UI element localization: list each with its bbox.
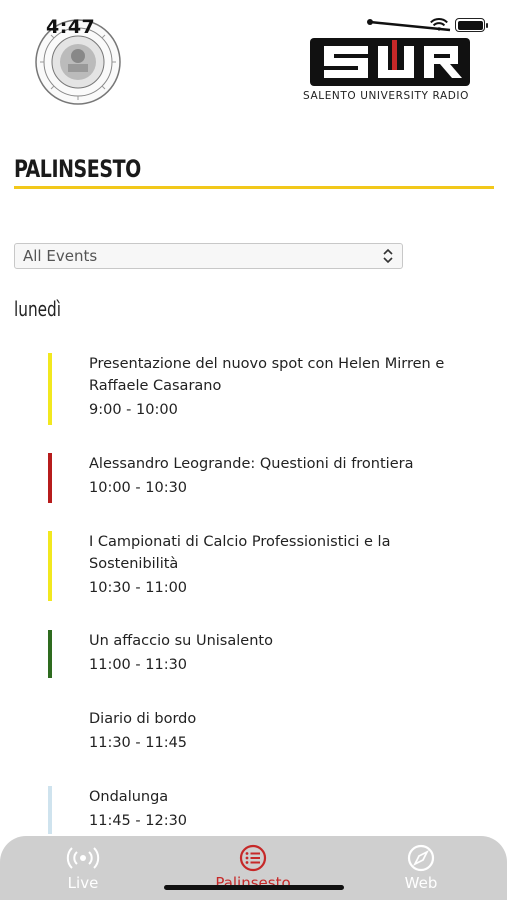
radio-caption: SALENTO UNIVERSITY RADIO: [303, 90, 469, 102]
home-indicator: [164, 885, 344, 890]
battery-icon: [455, 18, 488, 32]
schedule-event[interactable]: Alessandro Leogrande: Questioni di front…: [48, 453, 468, 503]
broadcast-icon: [66, 847, 100, 869]
event-time: 10:30 - 11:00: [89, 580, 188, 596]
event-color-bar: [48, 630, 52, 678]
bottom-tab-bar: Live Palinsesto Web: [0, 836, 507, 900]
event-title: Un affaccio su Unisalento: [89, 633, 273, 649]
status-icons: [429, 18, 488, 32]
event-title: Diario di bordo: [89, 711, 197, 727]
schedule-event[interactable]: Presentazione del nuovo spot con Helen M…: [48, 353, 468, 425]
day-heading: lunedì: [14, 297, 62, 321]
event-filter-select[interactable]: All Events: [14, 243, 403, 269]
event-color-bar: [48, 453, 52, 503]
status-time: 4:47: [46, 16, 96, 38]
tab-web-label: Web: [404, 874, 438, 892]
event-time: 9:00 - 10:00: [89, 402, 178, 418]
event-title: Presentazione del nuovo spot con Helen M…: [89, 356, 445, 394]
schedule-event[interactable]: Ondalunga 11:45 - 12:30: [48, 786, 468, 836]
event-title: Ondalunga: [89, 789, 169, 805]
event-color-bar: [48, 353, 52, 425]
event-title: Alessandro Leogrande: Questioni di front…: [89, 456, 414, 472]
event-filter-value: All Events: [23, 247, 98, 265]
chevron-updown-icon: [383, 248, 393, 264]
list-icon: [239, 844, 267, 872]
page-title: PALINSESTO: [14, 155, 141, 183]
event-time: 11:30 - 11:45: [89, 735, 188, 751]
schedule-event[interactable]: I Campionati di Calcio Professionistici …: [48, 531, 468, 603]
tab-web[interactable]: Web: [361, 844, 481, 896]
schedule-event[interactable]: Un affaccio su Unisalento 11:00 - 11:30: [48, 630, 468, 680]
compass-icon: [407, 844, 435, 872]
event-time: 11:00 - 11:30: [89, 657, 188, 673]
schedule-event[interactable]: Diario di bordo 11:30 - 11:45: [48, 708, 468, 758]
title-underline: [14, 186, 494, 189]
event-title: I Campionati di Calcio Professionistici …: [89, 534, 391, 572]
event-color-bar: [48, 708, 52, 756]
tab-live-label: Live: [67, 874, 99, 892]
event-color-bar: [48, 531, 52, 601]
event-time: 11:45 - 12:30: [89, 813, 188, 829]
event-time: 10:00 - 10:30: [89, 480, 188, 496]
event-color-bar: [48, 786, 52, 834]
tab-live[interactable]: Live: [23, 844, 143, 896]
wifi-icon: [430, 18, 448, 31]
